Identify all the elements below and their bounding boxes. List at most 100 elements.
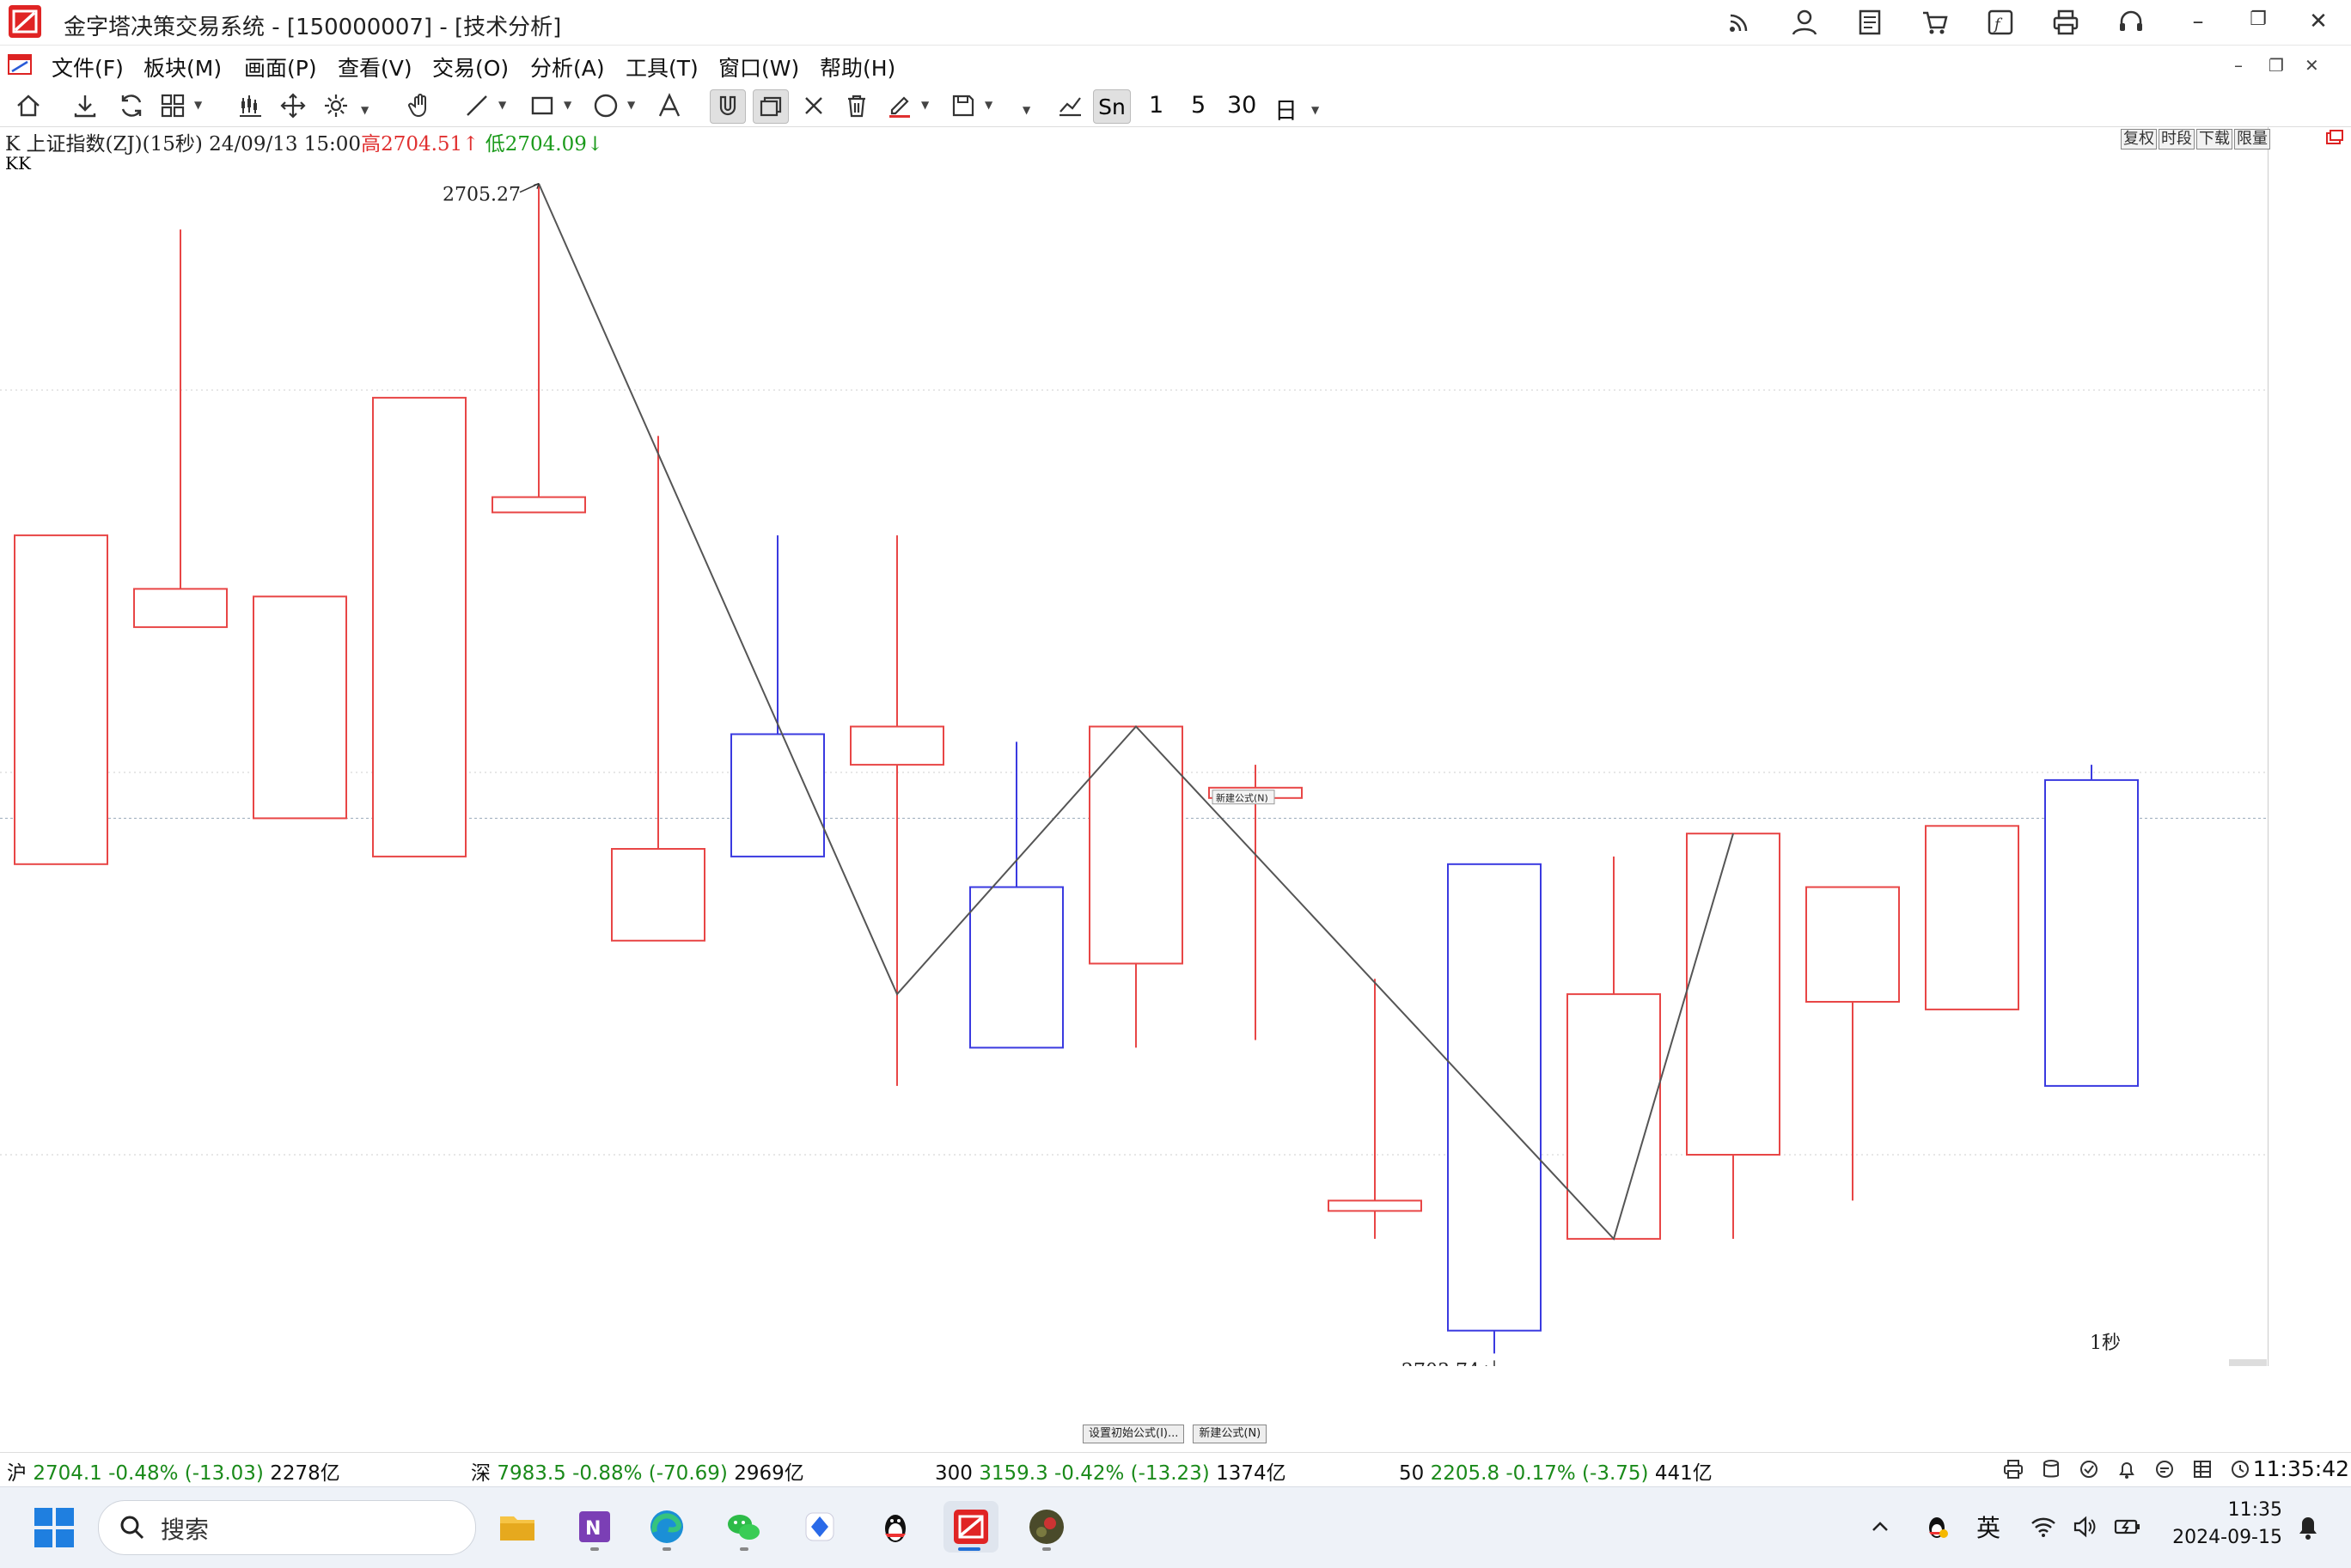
mdi-minimize-button[interactable]: – bbox=[2234, 55, 2243, 76]
document-icon[interactable] bbox=[1854, 7, 1885, 38]
period-1-button[interactable]: 1 bbox=[1149, 92, 1163, 119]
menu-sector[interactable]: 板块(M) bbox=[144, 52, 222, 82]
new-formula-button[interactable]: 新建公式(N) bbox=[1193, 1425, 1267, 1443]
cart-icon[interactable] bbox=[1920, 7, 1951, 38]
line-tool[interactable] bbox=[461, 89, 493, 122]
index-300[interactable]: 300 3159.3 -0.42% (-13.23) 1374亿 bbox=[935, 1456, 1286, 1486]
taskbar-onenote[interactable]: N bbox=[569, 1501, 620, 1553]
message-icon[interactable] bbox=[2153, 1458, 2176, 1480]
candle[interactable] bbox=[253, 595, 347, 820]
taskbar-app-avatar[interactable] bbox=[1021, 1501, 1072, 1553]
taskbar-time[interactable]: 11:35 bbox=[2171, 1499, 2282, 1521]
kline-tool[interactable] bbox=[234, 89, 266, 122]
taskbar-pyramid-trading[interactable] bbox=[943, 1501, 998, 1553]
taskbar-search-box[interactable]: 搜索 bbox=[98, 1500, 476, 1555]
period-30-button[interactable]: 30 bbox=[1227, 92, 1256, 119]
taskbar-date[interactable]: 2024-09-15 bbox=[2171, 1527, 2282, 1548]
refresh-tool[interactable] bbox=[115, 89, 148, 122]
chevron-down-icon[interactable]: ▼ bbox=[498, 99, 506, 111]
tray-battery[interactable] bbox=[2112, 1511, 2143, 1542]
formula-icon[interactable]: f bbox=[1985, 7, 2016, 38]
menu-tools[interactable]: 工具(T) bbox=[626, 52, 699, 82]
candle[interactable] bbox=[1447, 863, 1542, 1354]
session-button[interactable]: 时段 bbox=[2159, 129, 2195, 149]
period-day-button[interactable]: 日 bbox=[1274, 92, 1298, 125]
table-icon[interactable] bbox=[2191, 1458, 2214, 1480]
home-tool[interactable] bbox=[12, 89, 45, 122]
clock-icon[interactable] bbox=[2229, 1458, 2251, 1480]
chevron-down-icon[interactable]: ▼ bbox=[194, 99, 202, 111]
copy-tool[interactable] bbox=[753, 89, 789, 124]
taskbar-app-blue[interactable] bbox=[794, 1501, 846, 1553]
taskbar-edge[interactable] bbox=[641, 1501, 693, 1553]
menu-trade[interactable]: 交易(O) bbox=[432, 52, 509, 82]
move-tool[interactable] bbox=[277, 89, 309, 122]
tray-wifi[interactable] bbox=[2028, 1511, 2059, 1542]
limit-button[interactable]: 限量 bbox=[2234, 129, 2270, 149]
candle[interactable] bbox=[1925, 825, 2019, 1010]
database-icon[interactable] bbox=[2040, 1458, 2062, 1480]
restore-button[interactable]: ❐ bbox=[2241, 9, 2275, 30]
candle[interactable] bbox=[1805, 886, 1900, 1201]
candle[interactable] bbox=[14, 534, 108, 865]
mdi-restore-button[interactable]: ❐ bbox=[2269, 55, 2284, 76]
notification-bell-icon[interactable] bbox=[2293, 1510, 2324, 1544]
menu-file[interactable]: 文件(F) bbox=[52, 52, 124, 82]
index-sh[interactable]: 沪 2704.1 -0.48% (-13.03) 2278亿 bbox=[7, 1456, 340, 1486]
chevron-down-icon[interactable]: ▼ bbox=[985, 99, 992, 111]
menu-view[interactable]: 查看(V) bbox=[338, 52, 412, 82]
taskbar-file-explorer[interactable] bbox=[492, 1501, 543, 1553]
candle[interactable] bbox=[1566, 856, 1661, 1240]
sync-icon[interactable] bbox=[2078, 1458, 2100, 1480]
index-50[interactable]: 50 2205.8 -0.17% (-3.75) 441亿 bbox=[1399, 1456, 1713, 1486]
pen-color-tool[interactable] bbox=[883, 89, 916, 122]
adjust-button[interactable]: 复权 bbox=[2121, 129, 2157, 149]
candle[interactable] bbox=[611, 436, 705, 942]
candle[interactable] bbox=[372, 396, 467, 857]
tray-qq[interactable] bbox=[1921, 1511, 1952, 1542]
period-5-button[interactable]: 5 bbox=[1191, 92, 1206, 119]
chevron-down-icon[interactable]: ▼ bbox=[1023, 104, 1030, 116]
menu-window[interactable]: 窗口(W) bbox=[718, 52, 799, 82]
candle[interactable] bbox=[492, 183, 586, 514]
close-button[interactable]: ✕ bbox=[2301, 9, 2336, 34]
chevron-down-icon[interactable]: ▼ bbox=[921, 99, 929, 111]
settings-tool[interactable] bbox=[320, 89, 352, 122]
sn-period-button[interactable]: Sn bbox=[1093, 89, 1131, 124]
chevron-down-icon[interactable]: ▼ bbox=[1311, 104, 1319, 116]
set-initial-formula-button[interactable]: 设置初始公式(I)... bbox=[1083, 1425, 1185, 1443]
menu-analysis[interactable]: 分析(A) bbox=[530, 52, 605, 82]
trash-tool[interactable] bbox=[840, 89, 873, 122]
minimize-button[interactable]: – bbox=[2181, 9, 2215, 34]
hand-tool[interactable] bbox=[404, 89, 437, 122]
taskbar-wechat[interactable] bbox=[718, 1501, 770, 1553]
printer-icon[interactable] bbox=[2050, 7, 2081, 38]
save-tool[interactable] bbox=[947, 89, 980, 122]
candle[interactable] bbox=[133, 229, 228, 628]
candle[interactable] bbox=[1686, 833, 1780, 1239]
chart-corner-icon[interactable] bbox=[2325, 129, 2344, 148]
text-tool[interactable] bbox=[653, 89, 686, 122]
candle[interactable] bbox=[2044, 765, 2139, 1087]
candle[interactable] bbox=[969, 741, 1064, 1049]
candle[interactable] bbox=[850, 535, 944, 1086]
windows-start-icon[interactable] bbox=[33, 1506, 76, 1549]
menu-view-page[interactable]: 画面(P) bbox=[244, 52, 317, 82]
kline-chart[interactable]: 2705.002704.502704.002705.272703.74(947)… bbox=[0, 127, 2269, 1366]
magnet-tool[interactable] bbox=[710, 89, 746, 124]
bell-icon[interactable] bbox=[2116, 1458, 2138, 1480]
candle[interactable] bbox=[1208, 765, 1303, 1040]
line-chart-tool[interactable] bbox=[1053, 89, 1086, 122]
ellipse-tool[interactable] bbox=[589, 89, 622, 122]
user-icon[interactable] bbox=[1789, 7, 1820, 38]
candle[interactable] bbox=[730, 535, 825, 857]
mdi-close-button[interactable]: ✕ bbox=[2305, 55, 2319, 76]
rectangle-tool[interactable] bbox=[526, 89, 559, 122]
index-sz[interactable]: 深 7983.5 -0.88% (-70.69) 2969亿 bbox=[471, 1456, 804, 1486]
printer-icon[interactable] bbox=[2002, 1458, 2024, 1480]
tray-overflow-button[interactable] bbox=[1865, 1511, 1896, 1542]
download-data-button[interactable]: 下载 bbox=[2196, 129, 2232, 149]
download-tool[interactable] bbox=[69, 89, 101, 122]
rss-icon[interactable] bbox=[1724, 7, 1755, 38]
headset-icon[interactable] bbox=[2116, 7, 2146, 38]
